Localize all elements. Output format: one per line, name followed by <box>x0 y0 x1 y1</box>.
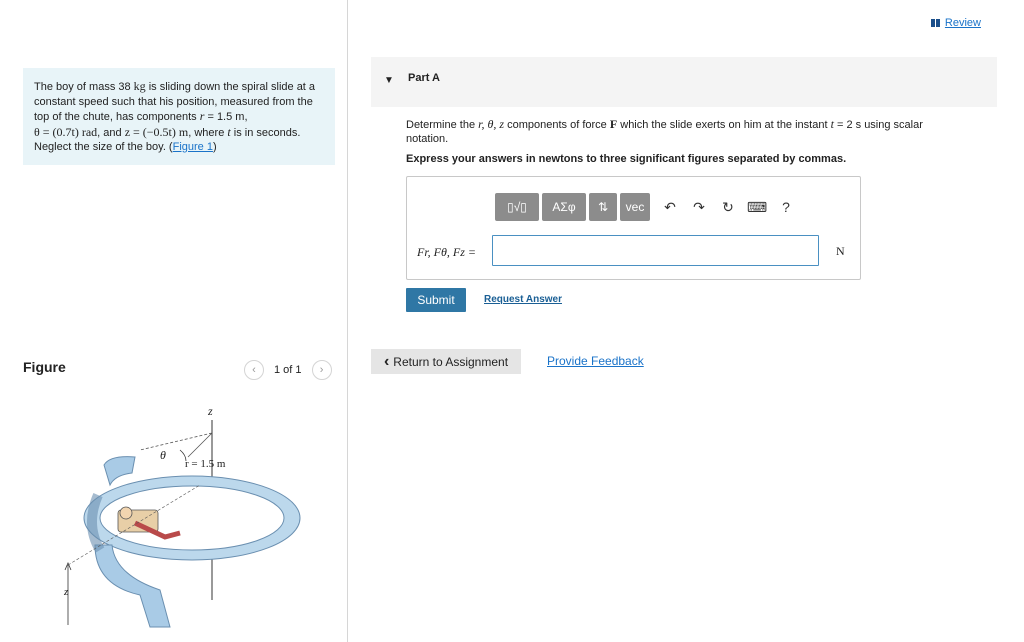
part-title: Part A <box>408 72 440 84</box>
reset-icon[interactable]: ↻ <box>716 193 740 221</box>
left-pane: The boy of mass 38 kg is sliding down th… <box>0 0 348 642</box>
redo-icon[interactable]: ↷ <box>687 193 711 221</box>
r-value: = 1.5 m, <box>204 111 248 123</box>
theta-label: θ <box>160 448 166 462</box>
question-text: Determine the r, θ, z components of forc… <box>406 117 966 146</box>
submit-button[interactable]: Submit <box>406 288 466 312</box>
prev-figure-button[interactable]: ‹ <box>244 360 264 380</box>
help-icon[interactable]: ? <box>774 193 798 221</box>
question-part-3: which the slide exerts on him at the ins… <box>617 119 831 131</box>
problem-text-6: ) <box>212 141 217 153</box>
figure-title: Figure <box>23 359 66 375</box>
problem-statement: The boy of mass 38 kg is sliding down th… <box>23 68 335 165</box>
caret-down-icon[interactable]: ▼ <box>384 75 394 86</box>
mass-unit: kg <box>133 79 146 93</box>
theta-reference-line <box>139 432 213 451</box>
answer-label: Fr, Fθ, Fz = <box>417 245 476 259</box>
problem-text-3: , and <box>97 126 125 139</box>
vec-label: vec <box>625 200 645 214</box>
answer-instructions: Express your answers in newtons to three… <box>406 153 847 165</box>
greek-icon: ΑΣφ <box>552 200 576 214</box>
chute-top <box>103 456 136 487</box>
chevron-right-icon: › <box>319 364 324 376</box>
return-label: Return to Assignment <box>393 354 509 369</box>
question-vars: r, θ, z <box>478 117 505 131</box>
keyboard-icon[interactable]: ⌨ <box>745 193 769 221</box>
figure-pager: ‹ 1 of 1 › <box>244 360 332 380</box>
undo-icon[interactable]: ↶ <box>658 193 682 221</box>
chevron-left-icon: ‹ <box>383 352 390 370</box>
problem-text-1: The boy of mass 38 <box>34 81 131 93</box>
question-part-2: components of force <box>504 119 610 131</box>
chevron-left-icon: ‹ <box>252 364 256 376</box>
part-a-header[interactable]: ▼ Part A <box>371 57 997 107</box>
answer-box: ▯√▯ ΑΣφ ⇅ vec ↶ ↷ ↻ ⌨ ? Fr, Fθ, Fz = N <box>406 176 861 280</box>
z-top-label: z <box>207 404 213 418</box>
problem-text-4: , where <box>188 126 228 139</box>
answer-input[interactable] <box>492 235 819 266</box>
review-label: Review <box>944 17 981 29</box>
figure-link[interactable]: Figure 1 <box>173 141 213 153</box>
templates-icon: ▯√▯ <box>507 200 527 214</box>
templates-button[interactable]: ▯√▯ <box>495 193 539 221</box>
boy-head <box>119 506 133 520</box>
arrows-button[interactable]: ⇅ <box>589 193 617 221</box>
question-part-1: Determine the <box>406 119 479 131</box>
pager-label: 1 of 1 <box>274 364 302 376</box>
next-figure-button[interactable]: › <box>311 360 332 380</box>
provide-feedback-link[interactable]: Provide Feedback <box>547 354 644 368</box>
review-icon <box>930 19 940 27</box>
unit-label: N <box>836 244 845 258</box>
z-expression: z = (−0.5t) m <box>124 124 189 139</box>
arrows-icon: ⇅ <box>597 200 609 214</box>
radius-line <box>187 432 213 458</box>
z-side-label: z <box>63 586 69 598</box>
greek-button[interactable]: ΑΣφ <box>542 193 586 221</box>
math-toolbar: ▯√▯ ΑΣφ ⇅ vec ↶ ↷ ↻ ⌨ ? <box>495 193 798 221</box>
request-answer-link[interactable]: Request Answer <box>484 294 562 305</box>
radius-label: r = 1.5 m <box>185 458 226 470</box>
theta-expression: θ = (0.7t) rad <box>34 124 98 139</box>
vec-button[interactable]: vec <box>620 193 650 221</box>
review-link[interactable]: Review <box>930 17 981 29</box>
return-to-assignment-button[interactable]: ‹ Return to Assignment <box>371 349 521 374</box>
spiral-slide-figure: z θ r = 1.5 m z <box>63 404 301 628</box>
